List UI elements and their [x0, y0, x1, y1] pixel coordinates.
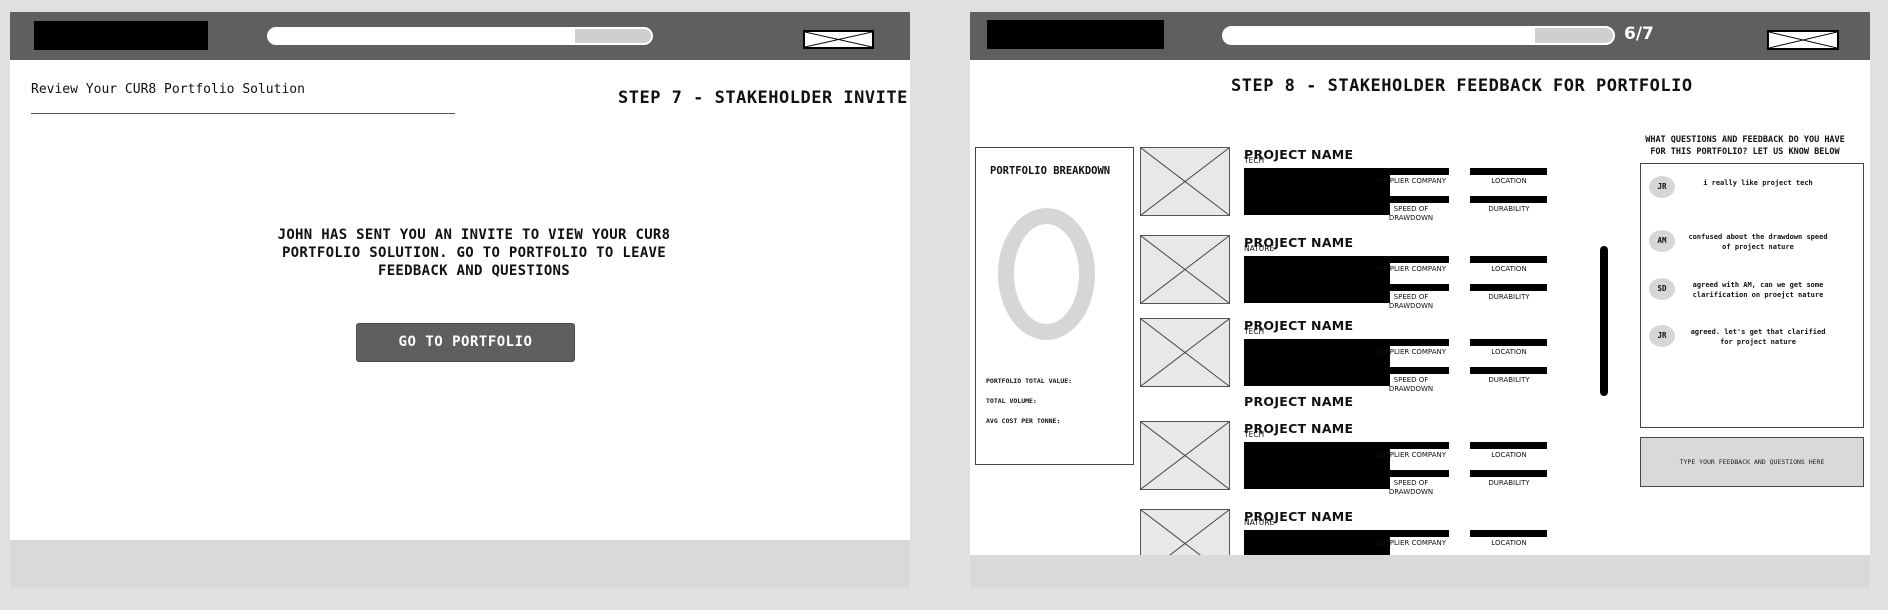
portfolio-total-value-label: PORTFOLIO TOTAL VALUE:	[986, 377, 1073, 385]
project-row[interactable]: PROJECT NAME NATURE SUPPLIER COMPANY LOCATI…	[1140, 235, 1610, 310]
speed-of-drawdown-bar	[1372, 367, 1449, 374]
location-bar	[1470, 256, 1547, 263]
feedback-heading: WHAT QUESTIONS AND FEEDBACK DO YOU HAVE …	[1645, 135, 1845, 157]
scrollbar-thumb[interactable]	[1600, 246, 1608, 396]
speed-of-drawdown-bar	[1372, 196, 1449, 203]
feedback-input[interactable]: TYPE YOUR FEEDBACK AND QUESTIONS HERE	[1640, 437, 1864, 487]
supplier-company-label: SUPPLIER COMPANY	[1376, 348, 1446, 356]
avatar: JR	[1649, 176, 1675, 198]
project-row[interactable]: PROJECT NAME TECH SUPPLIER COMPANY LOCATION…	[1140, 318, 1610, 393]
comment-text: confused about the drawdown speed of pro…	[1688, 233, 1828, 251]
invite-message: JOHN HAS SENT YOU AN INVITE TO VIEW YOUR…	[277, 227, 671, 279]
durability-label: DURABILITY	[1488, 293, 1530, 301]
progress-bar	[267, 27, 653, 45]
project-detail-block	[1244, 442, 1390, 489]
durability-bar	[1470, 367, 1547, 374]
project-detail-block	[1244, 168, 1390, 215]
location-label: LOCATION	[1491, 451, 1527, 459]
avatar: SD	[1649, 278, 1675, 300]
project-image-placeholder	[1140, 421, 1230, 490]
location-label: LOCATION	[1491, 265, 1527, 273]
project-image-placeholder	[1140, 235, 1230, 304]
supplier-company-bar	[1372, 530, 1449, 537]
speed-of-drawdown-label: SPEED OF DRAWDOWN	[1388, 479, 1434, 496]
location-bar	[1470, 168, 1547, 175]
project-detail-block	[1244, 256, 1390, 303]
project-image-placeholder	[1140, 318, 1230, 387]
comment-text: agreed. let's get that clarified for pro…	[1690, 328, 1826, 346]
supplier-company-label: SUPPLIER COMPANY	[1376, 451, 1446, 459]
project-detail-block	[1244, 339, 1390, 386]
location-bar	[1470, 442, 1547, 449]
location-label: LOCATION	[1491, 539, 1527, 547]
close-icon[interactable]	[1767, 30, 1839, 50]
location-label: LOCATION	[1491, 348, 1527, 356]
location-label: LOCATION	[1491, 177, 1527, 185]
speed-of-drawdown-label: SPEED OF DRAWDOWN	[1388, 293, 1434, 310]
step-counter: 6/7	[1624, 24, 1654, 44]
durability-label: DURABILITY	[1488, 376, 1530, 384]
bottom-band	[10, 540, 910, 588]
durability-label: DURABILITY	[1488, 479, 1530, 487]
comment-text: i really like project tech	[1703, 179, 1813, 187]
step-title: STEP 7 - STAKEHOLDER INVITE	[618, 88, 908, 108]
screen-step-8: 6/7 STEP 8 - STAKEHOLDER FEEDBACK FOR PO…	[970, 12, 1870, 588]
project-category: TECH	[1244, 327, 1265, 336]
project-category: TECH	[1244, 430, 1265, 439]
durability-bar	[1470, 470, 1547, 477]
project-row[interactable]: PROJECT NAME TECH SUPPLIER COMPANY LOCATION…	[1140, 147, 1610, 222]
go-to-portfolio-button[interactable]: GO TO PORTFOLIO	[356, 323, 575, 362]
avg-cost-label: AVG COST PER TONNE:	[986, 417, 1061, 425]
supplier-company-label: SUPPLIER COMPANY	[1376, 177, 1446, 185]
project-image-placeholder	[1140, 147, 1230, 216]
breakdown-title: PORTFOLIO BREAKDOWN	[990, 165, 1111, 177]
avatar: JR	[1649, 325, 1675, 347]
total-volume-label: TOTAL VOLUME:	[986, 397, 1037, 405]
durability-bar	[1470, 196, 1547, 203]
speed-of-drawdown-bar	[1372, 470, 1449, 477]
supplier-company-label: SUPPLIER COMPANY	[1376, 265, 1446, 273]
bottom-band	[970, 555, 1870, 588]
project-row[interactable]: PROJECT NAME TECH SUPPLIER COMPANY LOCATION…	[1140, 421, 1610, 496]
project-name: PROJECT NAME	[1244, 394, 1354, 409]
top-bar: 6/7	[970, 12, 1870, 60]
location-bar	[1470, 530, 1547, 537]
portfolio-donut-chart	[998, 208, 1095, 340]
supplier-company-bar	[1372, 168, 1449, 175]
speed-of-drawdown-label: SPEED OF DRAWDOWN	[1388, 376, 1434, 393]
avatar: AM	[1649, 230, 1675, 252]
durability-label: DURABILITY	[1488, 205, 1530, 213]
step-title: STEP 8 - STAKEHOLDER FEEDBACK FOR PORTFO…	[1231, 76, 1693, 96]
comment-text: agreed with AM, can we get some clarific…	[1692, 281, 1824, 299]
project-category: TECH	[1244, 156, 1265, 165]
speed-of-drawdown-label: SPEED OF DRAWDOWN	[1388, 205, 1434, 222]
logo-placeholder	[987, 20, 1164, 49]
feedback-thread: JR i really like project tech AM confused a…	[1640, 163, 1864, 428]
supplier-company-label: SUPPLIER COMPANY	[1376, 539, 1446, 547]
progress-bar	[1222, 26, 1615, 45]
supplier-company-bar	[1372, 339, 1449, 346]
progress-bar-fill	[1224, 28, 1536, 43]
supplier-company-bar	[1372, 256, 1449, 263]
supplier-company-bar	[1372, 442, 1449, 449]
project-category: NATURE	[1244, 518, 1275, 527]
location-bar	[1470, 339, 1547, 346]
portfolio-breakdown-panel: PORTFOLIO BREAKDOWN PORTFOLIO TOTAL VALU…	[975, 147, 1134, 465]
top-bar	[10, 12, 910, 60]
durability-bar	[1470, 284, 1547, 291]
screen-step-7: Review Your CUR8 Portfolio Solution STEP…	[10, 12, 910, 588]
logo-placeholder	[34, 21, 208, 50]
divider	[31, 113, 455, 114]
speed-of-drawdown-bar	[1372, 284, 1449, 291]
project-category: NATURE	[1244, 244, 1275, 253]
review-title: Review Your CUR8 Portfolio Solution	[31, 82, 305, 97]
close-icon[interactable]	[803, 30, 874, 49]
progress-bar-fill	[269, 29, 575, 43]
